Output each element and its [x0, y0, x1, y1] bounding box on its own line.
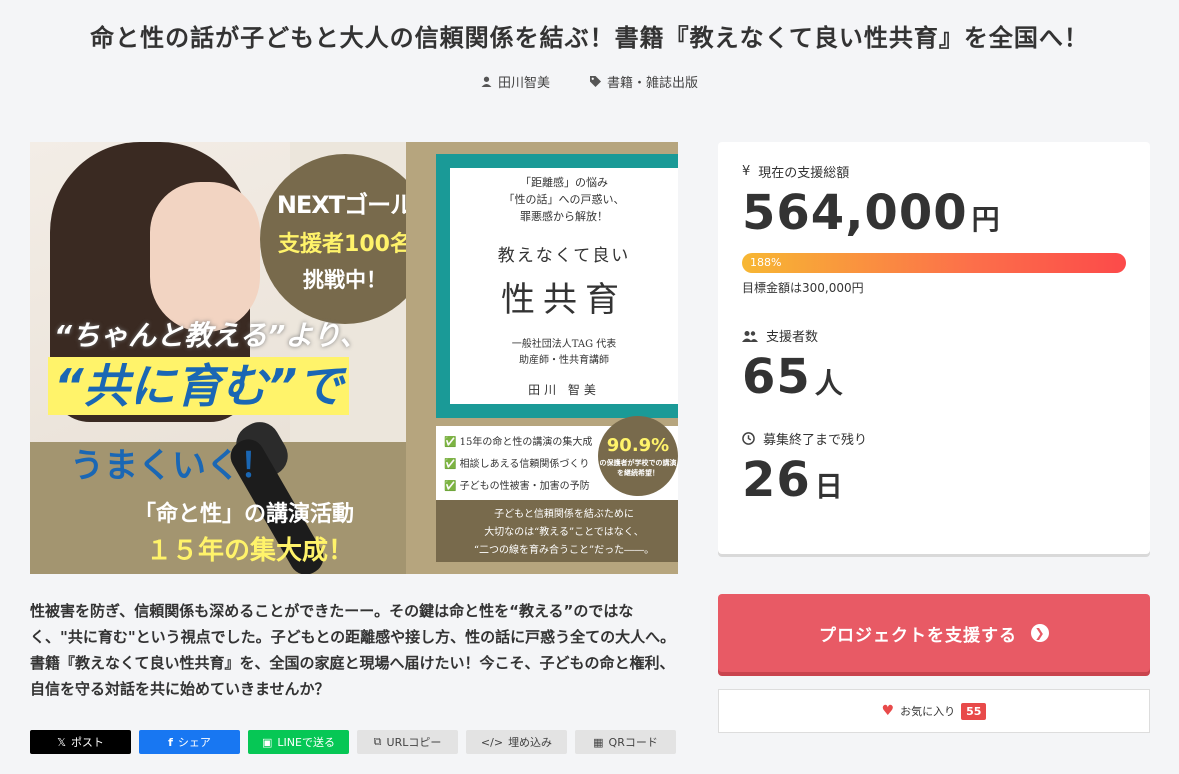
author-name: 田川智美 [497, 76, 550, 91]
code-icon: </> [480, 735, 504, 749]
remaining-value: 26 日 [742, 452, 844, 508]
catch-copy-5: １５年の集大成！ [146, 536, 355, 566]
share-x-button[interactable]: 𝕏 ポスト [30, 730, 131, 754]
remaining-label: 募集終了まで残り [742, 429, 1126, 448]
goal-text: 目標金額は300,000円 [742, 281, 864, 295]
amount-value: 564,000 円 [742, 185, 1001, 241]
book-cover: 「距離感」の悩み 「性の話」への戸惑い、 罪悪感から解放！ 教えなくて良い 性共… [436, 154, 678, 418]
catch-copy-4: 「命と性」の講演活動 [134, 502, 355, 527]
favorite-count-badge: 55 [961, 702, 987, 720]
tag-icon [590, 76, 601, 87]
favorite-button[interactable]: ♥ お気に入り 55 [718, 689, 1150, 733]
share-bar: 𝕏 ポスト f シェア ▣ LINEで送る ⧉ URLコピー </> 埋め込み ▦ QRコー… [30, 730, 676, 754]
funding-stats-card: ¥ 現在の支援総額 564,000 円 188% 目標金額は300,000円 支援者… [718, 142, 1150, 554]
chevron-right-icon: ❯ [1031, 624, 1049, 642]
project-description: 性被害を防ぎ、信頼関係も深めることができたーー。その鍵は命と性を“教える”のでは… [30, 602, 676, 698]
progress-bar: 188% [742, 253, 1126, 273]
category-name: 書籍・雑誌出版 [607, 76, 699, 91]
book-title-small: 教えなくて良い [497, 246, 631, 266]
users-icon [742, 330, 758, 342]
share-line-button[interactable]: ▣ LINEで送る [248, 730, 349, 754]
book-title: 性共育 [501, 280, 627, 320]
amount-label: ¥ 現在の支援総額 [742, 164, 850, 181]
heart-icon: ♥ [881, 703, 895, 719]
catch-copy-3: うまくいく！ [70, 446, 274, 486]
clock-icon [742, 432, 755, 445]
stat-badge: 90.9% の保護者が学校での講演を継続希望！ [598, 416, 678, 496]
qr-code-button[interactable]: ▦ QRコード [575, 730, 676, 754]
catch-copy-1: “ちゃんと教える”より、 [54, 319, 368, 352]
book-area: 「距離感」の悩み 「性の話」への戸惑い、 罪悪感から解放！ 教えなくて良い 性共… [406, 142, 678, 574]
author-link[interactable]: 田川智美 [481, 72, 550, 91]
embed-button[interactable]: </> 埋め込み [466, 730, 567, 754]
x-icon: 𝕏 [57, 735, 66, 749]
hero-image: NEXTゴール 支援者100名 挑戦中！ “ちゃんと教える”より、 “共に育む”… [30, 142, 678, 574]
copy-icon: ⧉ [373, 735, 382, 748]
support-project-button[interactable]: プロジェクトを支援する ❯ [718, 594, 1150, 672]
copy-url-button[interactable]: ⧉ URLコピー [357, 730, 458, 754]
qr-icon: ▦ [593, 735, 604, 749]
supporters-label: 支援者数 [742, 326, 1126, 345]
project-meta: 田川智美 書籍・雑誌出版 [0, 72, 1179, 91]
book-footer-text: 子どもと信頼関係を結ぶために 大切なのは“教える”ことではなく、 “二つの線を育… [436, 500, 678, 562]
book-author: 田川 智美 [528, 383, 600, 397]
page-title: 命と性の話が子どもと大人の信頼関係を結ぶ！書籍『教えなくて良い性共育』を全国へ！ [90, 24, 1089, 52]
next-goal-badge: NEXTゴール 支援者100名 挑戦中！ [260, 154, 430, 324]
share-facebook-button[interactable]: f シェア [139, 730, 240, 754]
supporters-value: 65 人 [742, 349, 844, 405]
catch-copy-2: “共に育む”で [48, 357, 350, 415]
line-icon: ▣ [262, 735, 273, 749]
user-icon [481, 76, 492, 87]
category-link[interactable]: 書籍・雑誌出版 [590, 72, 698, 91]
facebook-icon: f [168, 735, 173, 749]
yen-icon: ¥ [742, 164, 751, 179]
